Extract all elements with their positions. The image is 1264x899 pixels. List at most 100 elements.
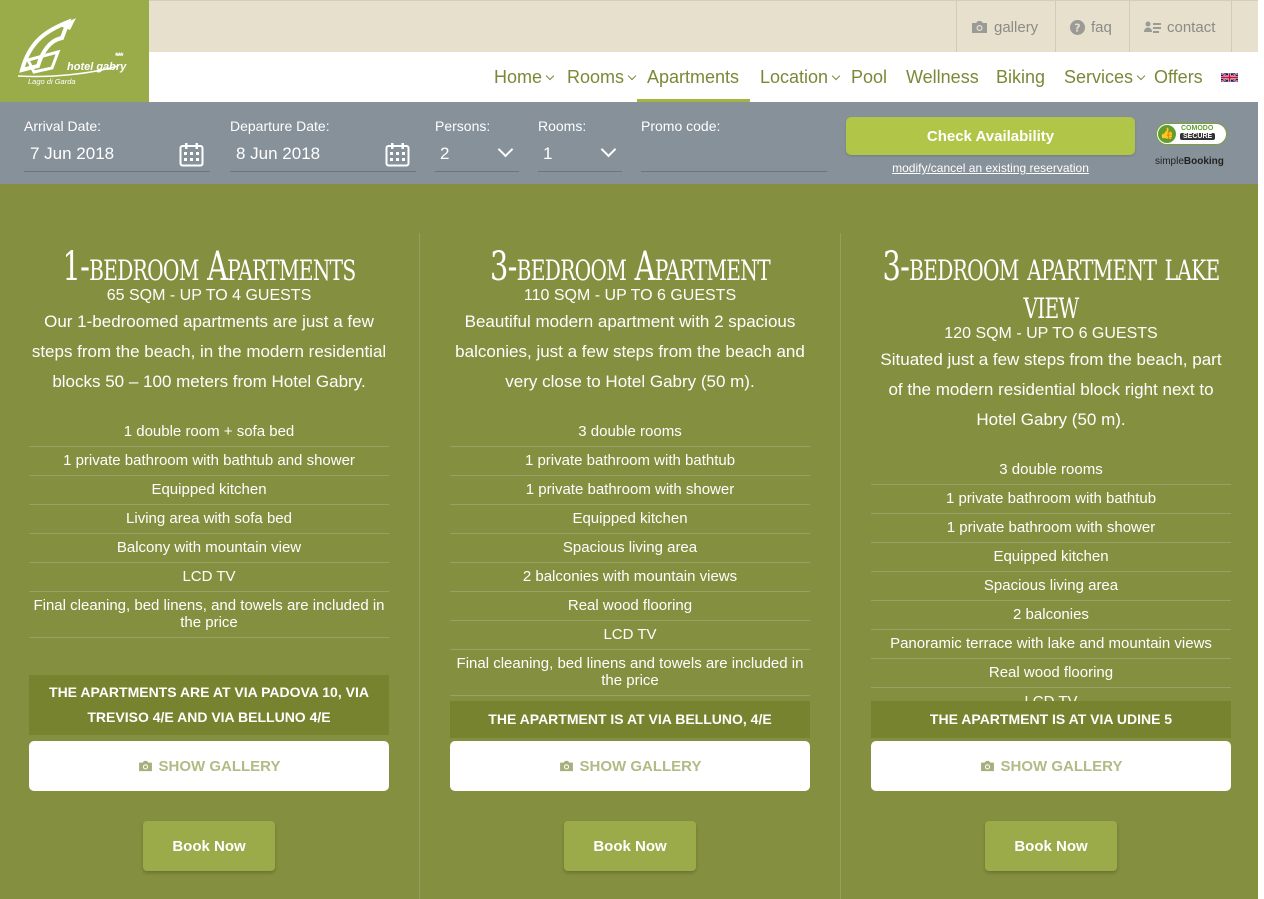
feature-item: Spacious living area <box>871 572 1231 601</box>
apartment-card-clip: 3-bedroom Apartment 110 SQM - UP TO 6 GU… <box>450 233 810 701</box>
apartment-description: Beautiful modern apartment with 2 spacio… <box>455 312 805 391</box>
nav-location[interactable]: Location <box>760 67 841 88</box>
nav-offers[interactable]: Offers <box>1154 67 1203 88</box>
show-gallery-label: SHOW GALLERY <box>579 757 702 775</box>
top-utility-bar: gallery ? faq contact <box>149 0 1264 53</box>
feature-item: 2 balconies <box>871 601 1231 630</box>
apartment-address: THE APARTMENTS ARE AT VIA PADOVA 10, VIA… <box>29 675 389 735</box>
apartment-description: Our 1-bedroomed apartments are just a fe… <box>31 312 387 391</box>
persons-label: Persons: <box>435 118 491 134</box>
feature-item: 2 balconies with mountain views <box>450 563 810 592</box>
nav-apartments[interactable]: Apartments <box>647 67 739 88</box>
departure-date-field[interactable]: Departure Date: 8 Jun 2018 <box>230 118 416 172</box>
nav-offers-label: Offers <box>1154 67 1203 87</box>
calendar-icon[interactable] <box>179 142 204 167</box>
arrival-date-input[interactable]: 7 Jun 2018 <box>24 142 210 172</box>
simplebooking-logo: simpleBooking <box>1155 156 1224 167</box>
chevron-down-icon <box>1136 71 1146 81</box>
promo-code-field[interactable]: Promo code: <box>641 118 827 172</box>
gallery-link[interactable]: gallery <box>956 1 1038 53</box>
apartment-card-3bedroom-lake-view: 3-bedroom apartment lake view 120 SQM - … <box>871 233 1231 701</box>
apartment-card-3bedroom: 3-bedroom Apartment 110 SQM - UP TO 6 GU… <box>450 233 810 696</box>
logo-mark-icon <box>17 18 119 78</box>
calendar-icon[interactable] <box>385 142 410 167</box>
chevron-down-icon <box>545 71 555 81</box>
hotel-logo[interactable]: *** hotel gabry Lago di Garda <box>0 0 149 102</box>
chevron-down-icon <box>600 141 617 158</box>
contact-link[interactable]: contact <box>1129 1 1233 53</box>
show-gallery-button[interactable]: SHOW GALLERY <box>29 741 389 791</box>
rooms-label: Rooms: <box>538 118 587 134</box>
nav-rooms-label: Rooms <box>567 67 625 87</box>
main-navigation: Home Rooms Apartments Location Pool Well… <box>149 52 1264 102</box>
nav-location-label: Location <box>760 67 829 87</box>
feature-item: Panoramic terrace with lake and mountain… <box>871 630 1231 659</box>
persons-value: 2 <box>440 144 450 163</box>
book-now-button[interactable]: Book Now <box>143 821 275 871</box>
apartment-title: 1-bedroom Apartments <box>62 244 357 290</box>
nav-services[interactable]: Services <box>1064 67 1146 88</box>
contact-card-icon <box>1144 21 1161 33</box>
nav-biking[interactable]: Biking <box>996 67 1045 88</box>
rooms-select-value[interactable]: 1 <box>538 141 622 172</box>
book-now-button[interactable]: Book Now <box>564 821 696 871</box>
show-gallery-button[interactable]: SHOW GALLERY <box>871 741 1231 791</box>
persons-select[interactable]: Persons: 2 <box>435 118 519 172</box>
simplebooking-prefix: simple <box>1155 156 1184 167</box>
modify-reservation-link[interactable]: modify/cancel an existing reservation <box>846 161 1135 175</box>
feature-item: 1 private bathroom with bathtub <box>871 485 1231 514</box>
camera-icon <box>972 21 987 33</box>
booking-bar-wave-edge <box>0 174 1258 184</box>
feature-item: LCD TV <box>29 563 389 592</box>
comodo-secure-badge: 👍 COMODO SECURE <box>1156 123 1227 145</box>
arrival-date-label: Arrival Date: <box>24 118 102 134</box>
thumbs-up-icon: 👍 <box>1158 125 1176 143</box>
feature-list: 3 double rooms 1 private bathroom with b… <box>871 456 1231 701</box>
feature-item: Final cleaning, bed linens, and towels a… <box>29 592 389 638</box>
apartment-description: Situated just a few steps from the beach… <box>880 350 1222 429</box>
apartment-title: 3-bedroom apartment lake view <box>882 244 1221 328</box>
uk-flag-icon[interactable] <box>1221 72 1238 83</box>
feature-item: Final cleaning, bed linens and towels ar… <box>450 650 810 696</box>
departure-date-input[interactable]: 8 Jun 2018 <box>230 142 416 172</box>
feature-list: 3 double rooms 1 private bathroom with b… <box>450 418 810 696</box>
book-now-button[interactable]: Book Now <box>985 821 1117 871</box>
right-edge <box>1258 0 1264 899</box>
faq-link[interactable]: ? faq <box>1055 1 1112 53</box>
nav-pool[interactable]: Pool <box>851 67 887 88</box>
feature-item: Balcony with mountain view <box>29 534 389 563</box>
show-gallery-button[interactable]: SHOW GALLERY <box>450 741 810 791</box>
camera-icon <box>559 760 573 772</box>
question-icon: ? <box>1070 19 1085 35</box>
logo-name: hotel gabry <box>67 61 127 73</box>
arrival-date-field[interactable]: Arrival Date: 7 Jun 2018 <box>24 118 210 172</box>
feature-item: 1 private bathroom with shower <box>871 514 1231 543</box>
check-availability-button[interactable]: Check Availability <box>846 117 1135 155</box>
nav-wellness[interactable]: Wellness <box>906 67 979 88</box>
persons-select-value[interactable]: 2 <box>435 141 519 172</box>
feature-item: 1 private bathroom with bathtub and show… <box>29 447 389 476</box>
logo-subtitle: Lago di Garda <box>28 77 76 86</box>
apartment-address: THE APARTMENT IS AT VIA UDINE 5 <box>871 701 1231 738</box>
logo-stars: *** <box>115 51 123 61</box>
rooms-select[interactable]: Rooms: 1 <box>538 118 622 172</box>
nav-pool-label: Pool <box>851 67 888 87</box>
chevron-down-icon <box>627 71 637 81</box>
nav-home[interactable]: Home <box>494 67 555 88</box>
feature-item: Spacious living area <box>450 534 810 563</box>
feature-item: Real wood flooring <box>871 659 1231 688</box>
nav-home-label: Home <box>494 67 543 87</box>
feature-item: Equipped kitchen <box>29 476 389 505</box>
apartment-address: THE APARTMENT IS AT VIA BELLUNO, 4/E <box>450 701 810 738</box>
show-gallery-label: SHOW GALLERY <box>1000 757 1123 775</box>
feature-item: 3 double rooms <box>450 418 810 447</box>
feature-item: LCD TV <box>450 621 810 650</box>
feature-item: Equipped kitchen <box>871 543 1231 572</box>
feature-item: Equipped kitchen <box>450 505 810 534</box>
arrival-date-value: 7 Jun 2018 <box>30 144 115 163</box>
promo-code-input[interactable] <box>641 144 827 172</box>
nav-rooms[interactable]: Rooms <box>567 67 637 88</box>
nav-biking-label: Biking <box>996 67 1046 87</box>
apartment-title: 3-bedroom Apartment <box>490 244 771 290</box>
contact-link-label: contact <box>1167 18 1216 36</box>
